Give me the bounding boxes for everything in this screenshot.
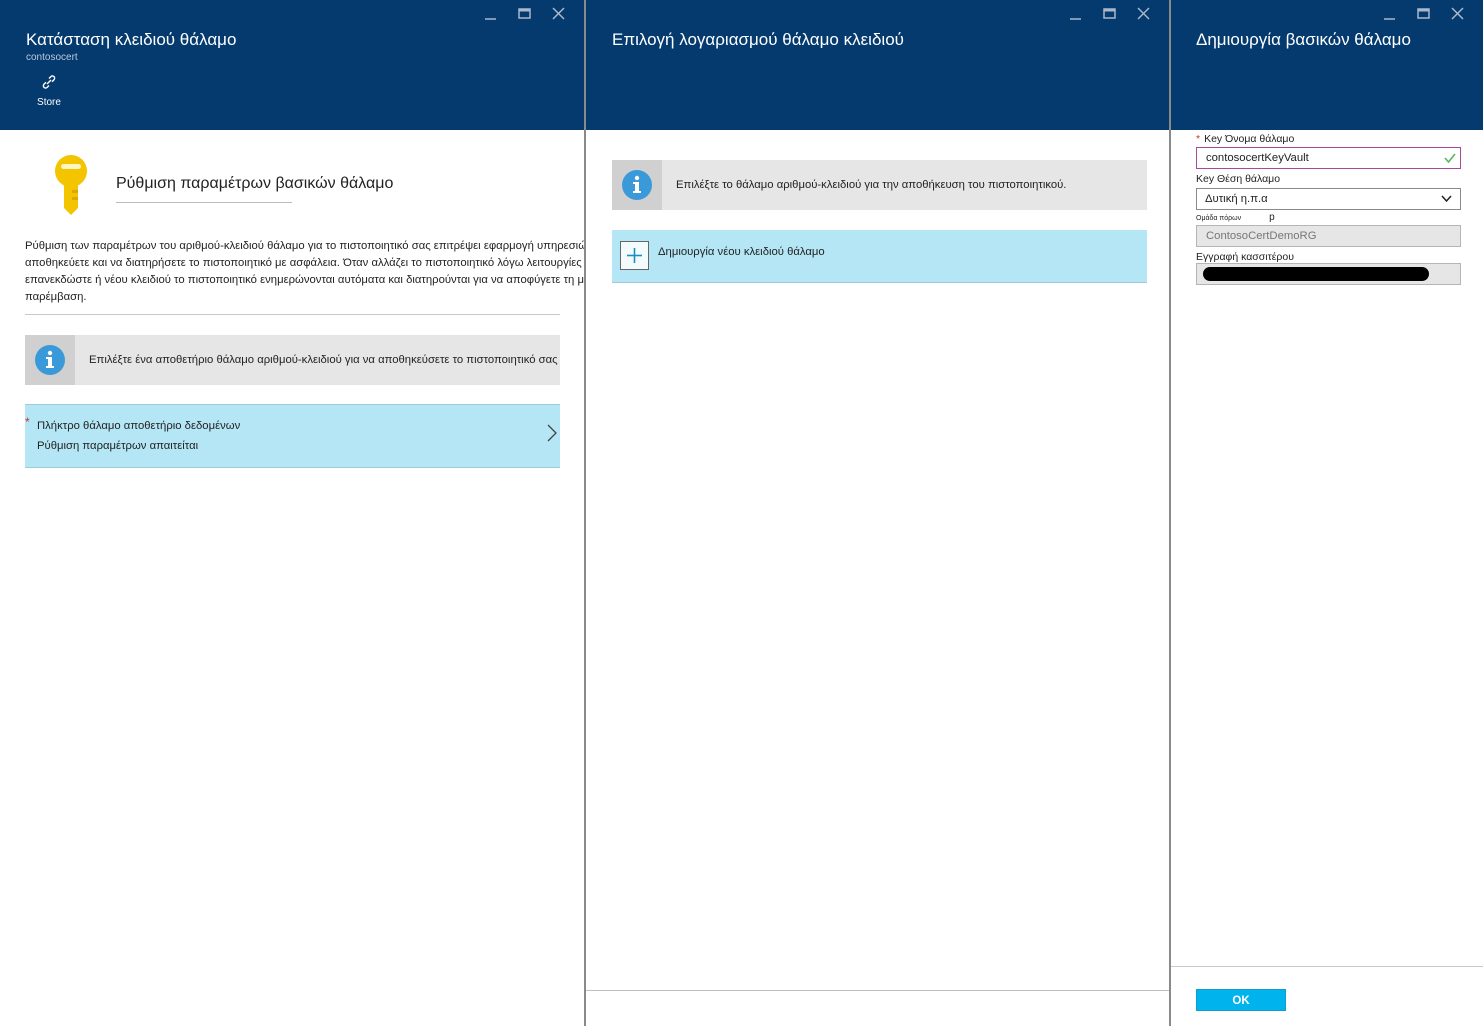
footer-divider [1171, 966, 1483, 967]
add-button[interactable] [620, 241, 649, 270]
window-controls [1373, 5, 1475, 23]
essentials-title: Ρύθμιση παραμέτρων βασικών θάλαμο [116, 175, 394, 192]
vault-name-value: contosocertKeyVault [1206, 152, 1309, 164]
blade-select-keyvault: Επιλογή λογαριασμού θάλαμο κλειδιού Επιλ… [584, 0, 1169, 1026]
required-indicator: * [25, 415, 30, 429]
description-text: Ρύθμιση των παραμέτρων του αριθμού-κλειδ… [25, 240, 641, 303]
close-icon [552, 7, 565, 20]
divider [25, 314, 560, 315]
vault-location-select[interactable]: Δυτική η.π.α [1196, 188, 1461, 210]
resource-group-field: ContosoCertDemoRG [1196, 225, 1461, 247]
footer-divider [586, 990, 1169, 991]
resource-group-value: ContosoCertDemoRG [1206, 230, 1317, 242]
info-text: Επιλέξτε το θάλαμο αριθμού-κλειδιού για … [676, 179, 1067, 191]
subscription-label: Εγγραφή κασσιτέρου [1196, 251, 1294, 263]
minimize-icon [1070, 18, 1081, 20]
info-icon [622, 170, 652, 200]
link-icon [42, 75, 56, 89]
close-icon [1451, 7, 1464, 20]
blade-header: Κατάσταση κλειδιού θάλαμο contosocert St… [0, 0, 584, 130]
chevron-right-icon [547, 424, 557, 442]
minimize-icon [485, 18, 496, 20]
minimize-icon [1384, 18, 1395, 20]
info-text: Επιλέξτε ένα αποθετήριο θάλαμο αριθμού-κ… [89, 354, 558, 366]
close-icon [1137, 7, 1150, 20]
required-indicator: * [1196, 133, 1201, 145]
create-new-keyvault-row[interactable]: Δημιουργία νέου κλειδιού θάλαμο [612, 230, 1147, 283]
close-button[interactable] [1127, 5, 1161, 23]
info-icon [35, 345, 65, 375]
vault-name-label: * Key Όνομα θάλαμο [1196, 133, 1295, 145]
vault-location-value: Δυτική η.π.α [1205, 193, 1268, 205]
maximize-icon [1417, 8, 1430, 19]
store-button[interactable]: Store [30, 74, 68, 108]
keyvault-row-label: Πλήκτρο θάλαμο αποθετήριο δεδομένων [37, 420, 241, 432]
chevron-down-icon [1441, 195, 1452, 203]
maximize-icon [1103, 8, 1116, 19]
create-new-label: Δημιουργία νέου κλειδιού θάλαμο [658, 246, 825, 258]
resource-group-label: Ομάδα πόρων p [1196, 212, 1275, 223]
info-bar: Επιλέξτε ένα αποθετήριο θάλαμο αριθμού-κ… [25, 335, 560, 385]
redacted-value [1203, 267, 1429, 281]
vault-name-input[interactable]: contosocertKeyVault [1196, 147, 1461, 169]
close-button[interactable] [542, 5, 576, 23]
minimize-button[interactable] [474, 5, 508, 23]
key-icon [55, 155, 87, 215]
minimize-button[interactable] [1059, 5, 1093, 23]
blade-keyvault-status: Κατάσταση κλειδιού θάλαμο contosocert St… [0, 0, 641, 1026]
keyvault-row-status: Ρύθμιση παραμέτρων απαιτείται [37, 440, 199, 452]
blade-header: Δημιουργία βασικών θάλαμο [1171, 0, 1483, 130]
blade-title: Δημιουργία βασικών θάλαμο [1196, 30, 1411, 49]
maximize-icon [518, 8, 531, 19]
blade-title: Κατάσταση κλειδιού θάλαμο [26, 30, 237, 49]
subscription-field [1196, 263, 1461, 285]
blade-create-keyvault: Δημιουργία βασικών θάλαμο * Key Όνομα θάλ… [1169, 0, 1483, 1026]
minimize-button[interactable] [1373, 5, 1407, 23]
ok-button[interactable]: OK [1196, 989, 1286, 1011]
close-button[interactable] [1441, 5, 1475, 23]
blade-title: Επιλογή λογαριασμού θάλαμο κλειδιού [612, 30, 904, 49]
essentials-underline [116, 202, 292, 203]
vault-location-label: Key Θέση θάλαμο [1196, 173, 1281, 185]
maximize-button[interactable] [1093, 5, 1127, 23]
plus-icon [627, 248, 642, 263]
window-controls [474, 5, 576, 23]
store-label: Store [37, 97, 61, 108]
info-bar: Επιλέξτε το θάλαμο αριθμού-κλειδιού για … [612, 160, 1147, 210]
maximize-button[interactable] [508, 5, 542, 23]
blade-subtitle: contosocert [26, 52, 78, 63]
maximize-button[interactable] [1407, 5, 1441, 23]
checkmark-icon [1444, 153, 1456, 164]
keyvault-repository-row[interactable]: * Πλήκτρο θάλαμο αποθετήριο δεδομένων Ρύ… [25, 404, 560, 468]
blade-header: Επιλογή λογαριασμού θάλαμο κλειδιού [586, 0, 1169, 130]
window-controls [1059, 5, 1161, 23]
